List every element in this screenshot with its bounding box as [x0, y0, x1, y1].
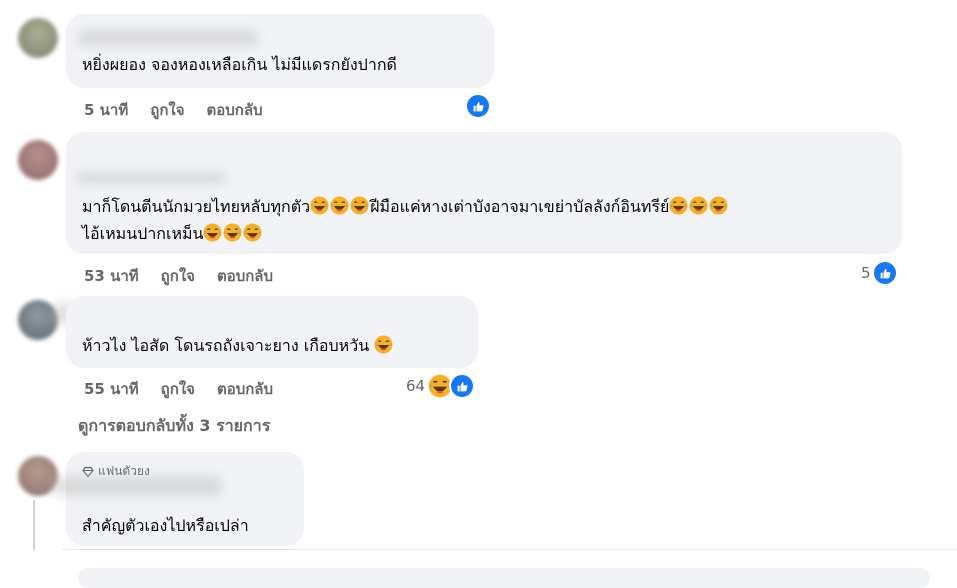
comment-text-part: ฝีมือแค่หางเต่าบังอาจมาเขย่าบัลลังก์อินท…	[370, 197, 670, 216]
laughing-emoji-icon	[709, 196, 728, 215]
thread-line	[33, 500, 35, 550]
laughing-emoji-icon	[203, 223, 222, 242]
divider	[62, 549, 957, 550]
laughing-emoji-icon	[223, 223, 242, 242]
laughing-emoji-icon	[689, 196, 708, 215]
thumbs-up-icon[interactable]	[872, 260, 898, 286]
laughing-emoji-icon	[374, 335, 393, 354]
comment-actions: 53 นาที ถูกใจ ตอบกลับ	[84, 264, 295, 288]
comment-text: หยิ่งผยอง จองหองเหลือเกิน ไม่มีแดรกยังปา…	[82, 55, 397, 74]
thumbs-up-icon[interactable]	[449, 373, 475, 399]
like-button[interactable]: ถูกใจ	[161, 380, 195, 398]
reply-button[interactable]: ตอบกลับ	[217, 267, 273, 285]
laughing-emoji-icon	[350, 196, 369, 215]
comment-time[interactable]: 53 นาที	[84, 267, 139, 285]
reply-button[interactable]: ตอบกลับ	[217, 380, 273, 398]
thumbs-up-icon[interactable]	[465, 93, 491, 119]
reply-button[interactable]: ตอบกลับ	[207, 101, 263, 119]
avatar[interactable]	[18, 18, 58, 58]
comment-bubble: มาก็โดนตีนนักมวยไทยหลับทุกตัว ฝีมือแค่หาง…	[66, 132, 902, 254]
blurred-author-name[interactable]	[76, 172, 226, 184]
comment-time[interactable]: 5 นาที	[84, 101, 128, 119]
comment-text: ห้าวไง ไอสัด โดนรถถังเจาะยาง เกือบหวัน	[82, 332, 394, 359]
reaction-count[interactable]: 64	[406, 377, 425, 395]
laughing-emoji-icon	[669, 196, 688, 215]
comment-text-part: ห้าวไง ไอสัด โดนรถถังเจาะยาง เกือบหวัน	[82, 336, 370, 355]
comment-text-part: มาก็โดนตีนนักมวยไทยหลับทุกตัว	[82, 197, 311, 216]
view-replies-link[interactable]: ดูการตอบกลับทั้ง 3 รายการ	[78, 414, 270, 439]
comment-text: มาก็โดนตีนนักมวยไทยหลับทุกตัว ฝีมือแค่หาง…	[82, 193, 729, 220]
comment-text-part: ไอ้เหมนปากเหม็น	[82, 224, 204, 243]
blurred-author-name[interactable]	[78, 30, 258, 46]
blurred-author-name[interactable]	[52, 476, 222, 496]
comment-time[interactable]: 55 นาที	[84, 380, 139, 398]
comment-bubble: แฟนตัวยง สำคัญตัวเองไปหรือเปล่า	[52, 452, 304, 546]
reaction-count[interactable]: 5	[861, 264, 871, 282]
comment-bubble: หยิ่งผยอง จองหองเหลือเกิน ไม่มีแดรกยังปา…	[66, 14, 494, 88]
comment-actions: 55 นาที ถูกใจ ตอบกลับ	[84, 377, 295, 401]
comment-bubble: ห้าวไง ไอสัด โดนรถถังเจาะยาง เกือบหวัน	[66, 296, 478, 368]
laughing-emoji-icon	[330, 196, 349, 215]
comment-actions: 5 นาที ถูกใจ ตอบกลับ	[84, 98, 285, 122]
like-button[interactable]: ถูกใจ	[161, 267, 195, 285]
reply-input-edge[interactable]	[78, 568, 930, 588]
like-button[interactable]: ถูกใจ	[150, 101, 184, 119]
comment-text: ไอ้เหมนปากเหม็น	[82, 220, 263, 247]
laughing-emoji-icon	[243, 223, 262, 242]
avatar[interactable]	[18, 140, 58, 180]
laughing-emoji-icon	[310, 196, 329, 215]
comment-text: สำคัญตัวเองไปหรือเปล่า	[82, 516, 249, 535]
